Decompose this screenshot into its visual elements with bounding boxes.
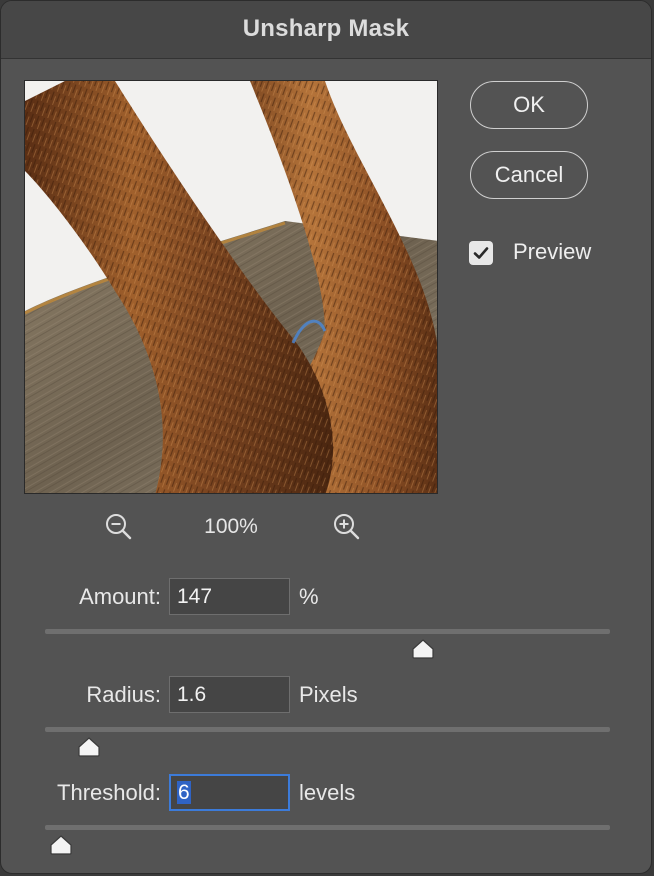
amount-slider-thumb[interactable] [411, 639, 435, 659]
checkmark-icon [473, 247, 489, 259]
amount-label: Amount: [79, 584, 161, 609]
zoom-out-icon[interactable] [104, 512, 134, 542]
dialog-title: Unsharp Mask [242, 15, 410, 42]
zoom-in-icon[interactable] [332, 512, 362, 542]
title-bar[interactable]: Unsharp Mask [1, 1, 651, 59]
cancel-button[interactable]: Cancel [470, 151, 588, 199]
threshold-value-selection: 6 [177, 781, 191, 804]
threshold-label: Threshold: [57, 780, 161, 805]
preview-checkbox[interactable] [469, 241, 493, 265]
threshold-slider-thumb[interactable] [49, 835, 73, 855]
unsharp-mask-dialog: Unsharp Mask 100% OK Cancel Preview Amou… [0, 0, 652, 874]
amount-input[interactable]: 147 [169, 578, 290, 615]
amount-slider-track[interactable] [45, 629, 610, 634]
radius-slider-thumb[interactable] [77, 737, 101, 757]
radius-unit: Pixels [299, 682, 358, 707]
zoom-level: 100% [204, 515, 258, 538]
threshold-input[interactable]: 6 [169, 774, 290, 811]
threshold-unit: levels [299, 780, 356, 805]
radius-input[interactable]: 1.6 [169, 676, 290, 713]
amount-unit: % [299, 584, 319, 609]
preview-photo [25, 81, 437, 493]
threshold-slider-track[interactable] [45, 825, 610, 830]
radius-slider-track[interactable] [45, 727, 610, 732]
preview-image[interactable] [24, 80, 438, 494]
preview-label[interactable]: Preview [513, 239, 591, 265]
ok-button[interactable]: OK [470, 81, 588, 129]
radius-label: Radius: [86, 682, 161, 707]
